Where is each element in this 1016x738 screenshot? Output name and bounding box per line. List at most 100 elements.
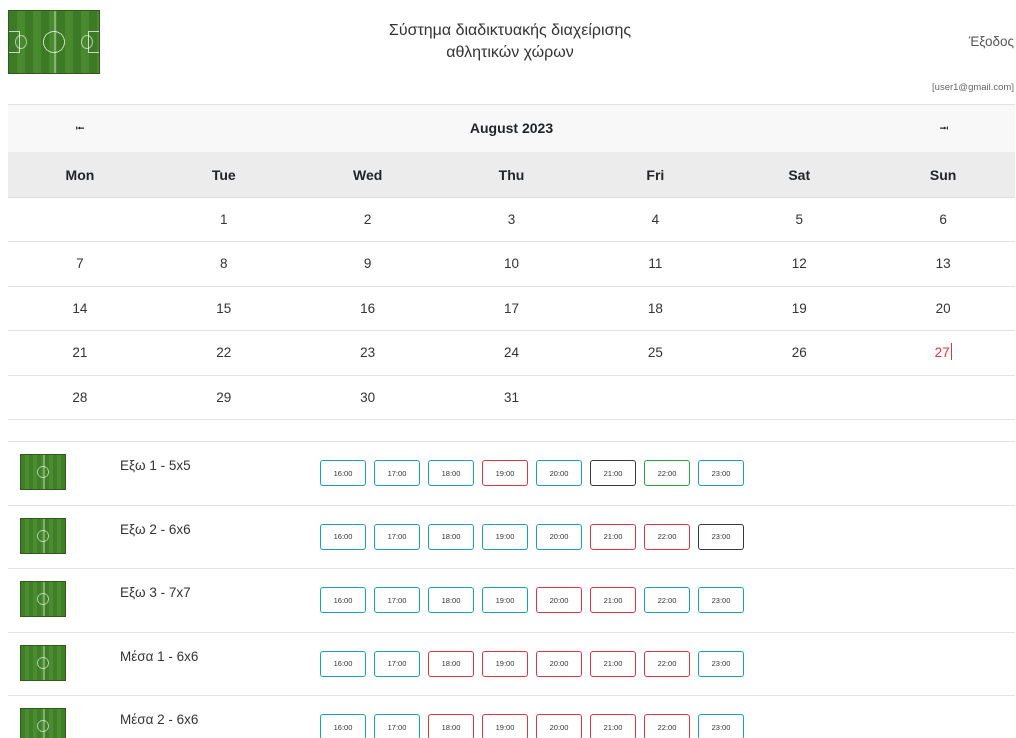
calendar-day-17[interactable]: 17 — [440, 287, 584, 330]
calendar-week-row: 21 22 23 24 25 26 27 — [8, 331, 1015, 376]
time-slot-button[interactable]: 22:00 — [644, 714, 690, 738]
field-name: Εξω 1 - 5x5 — [120, 458, 191, 473]
calendar-day-15[interactable]: 15 — [152, 287, 296, 330]
page-title: Σύστημα διαδικτυακής διαχείρισης αθλητικ… — [310, 20, 710, 64]
time-slot-button[interactable]: 23:00 — [698, 587, 744, 613]
calendar-day-20[interactable]: 20 — [871, 287, 1015, 330]
time-slot-button[interactable]: 16:00 — [320, 587, 366, 613]
time-slot-button[interactable]: 21:00 — [590, 714, 636, 738]
calendar-day-11[interactable]: 11 — [583, 242, 727, 285]
time-slot-button[interactable]: 20:00 — [536, 587, 582, 613]
time-slot-button[interactable]: 20:00 — [536, 650, 582, 677]
time-slot-button[interactable]: 17:00 — [374, 523, 420, 550]
time-slot-button[interactable]: 17:00 — [374, 587, 420, 613]
text-cursor — [950, 343, 952, 361]
time-slot-button[interactable]: 17:00 — [374, 460, 420, 486]
time-slot-button[interactable]: 23:00 — [698, 714, 744, 738]
calendar-day-28[interactable]: 28 — [8, 376, 152, 419]
field-row: Εξω 1 - 5x5 16:00 17:00 18:00 19:00 20:00 21:0… — [8, 441, 1015, 505]
calendar-day-3[interactable]: 3 — [440, 198, 584, 241]
calendar-day-8[interactable]: 8 — [152, 242, 296, 285]
calendar-day-16[interactable]: 16 — [296, 287, 440, 330]
time-slot-button[interactable]: 16:00 — [320, 523, 366, 550]
field-thumbnail — [20, 644, 66, 681]
time-slots: 16:00 17:00 18:00 19:00 20:00 21:00 22:00 23:00 — [320, 460, 744, 486]
time-slot-button[interactable]: 22:00 — [644, 587, 690, 613]
weekday-wed: Wed — [352, 167, 383, 183]
calendar-day-22[interactable]: 22 — [152, 331, 296, 374]
time-slot-button[interactable]: 22:00 — [644, 460, 690, 486]
calendar-day-24[interactable]: 24 — [440, 331, 584, 374]
time-slot-button[interactable]: 21:00 — [590, 460, 636, 486]
calendar-day-7[interactable]: 7 — [8, 242, 152, 285]
calendar-day-30[interactable]: 30 — [296, 376, 440, 419]
time-slot-button[interactable]: 19:00 — [482, 587, 528, 613]
calendar-day-2[interactable]: 2 — [296, 198, 440, 241]
time-slot-button[interactable]: 16:00 — [320, 460, 366, 486]
calendar-day-29[interactable]: 29 — [152, 376, 296, 419]
time-slot-button[interactable]: 20:00 — [536, 714, 582, 738]
field-thumbnail — [20, 708, 66, 738]
logout-link[interactable]: Έξοδος — [969, 34, 1014, 49]
time-slot-button[interactable]: 18:00 — [428, 460, 474, 486]
page-header: Σύστημα διαδικτυακής διαχείρισης αθλητικ… — [0, 0, 1016, 104]
calendar-day-10[interactable]: 10 — [440, 242, 584, 285]
calendar-day-13[interactable]: 13 — [871, 242, 1015, 285]
time-slot-button[interactable]: 18:00 — [428, 650, 474, 677]
time-slot-button[interactable]: 23:00 — [698, 650, 744, 677]
calendar-day-6[interactable]: 6 — [871, 198, 1015, 241]
calendar-day-27[interactable]: 27 — [871, 331, 1015, 374]
time-slot-button[interactable]: 19:00 — [482, 650, 528, 677]
calendar-day-23[interactable]: 23 — [296, 331, 440, 374]
time-slot-button[interactable]: 19:00 — [482, 460, 528, 486]
calendar-week-row: 28 29 30 31 — [8, 376, 1015, 420]
weekday-sun: Sun — [929, 167, 957, 183]
calendar-weekday-header: Mon Tue Wed Thu Fri Sat Sun — [8, 152, 1015, 198]
time-slot-button[interactable]: 19:00 — [482, 523, 528, 550]
calendar-empty-cell — [8, 198, 152, 241]
calendar-grid: 1 2 3 4 5 6 7 8 9 10 11 12 13 14 15 16 17 18 19 20 21 22 23 24 2… — [8, 198, 1015, 420]
calendar-day-21[interactable]: 21 — [8, 331, 152, 374]
title-line-2: αθλητικών χώρων — [446, 44, 574, 61]
calendar-day-19[interactable]: 19 — [727, 287, 871, 330]
calendar-day-1[interactable]: 1 — [152, 198, 296, 241]
time-slot-button[interactable]: 17:00 — [374, 714, 420, 738]
time-slot-button[interactable]: 22:00 — [644, 523, 690, 550]
time-slot-button[interactable]: 19:00 — [482, 714, 528, 738]
calendar-month: August 2023 — [469, 120, 554, 136]
time-slots: 16:00 17:00 18:00 19:00 20:00 21:00 22:00 23:00 — [320, 523, 744, 550]
calendar-day-25[interactable]: 25 — [583, 331, 727, 374]
time-slot-button[interactable]: 23:00 — [698, 460, 744, 486]
time-slot-button[interactable]: 20:00 — [536, 460, 582, 486]
field-thumbnail — [20, 454, 66, 490]
time-slot-button[interactable]: 20:00 — [536, 523, 582, 550]
field-row: Εξω 3 - 7x7 16:00 17:00 18:00 19:00 20:00 21:0… — [8, 568, 1015, 632]
calendar-day-5[interactable]: 5 — [727, 198, 871, 241]
weekday-tue: Tue — [211, 167, 236, 183]
field-row: Μέσα 1 - 6x6 16:00 17:00 18:00 19:00 20:00 21:… — [8, 631, 1015, 696]
time-slot-button[interactable]: 22:00 — [644, 650, 690, 677]
next-month-icon[interactable]: ⭲ — [934, 119, 954, 140]
calendar-day-9[interactable]: 9 — [296, 242, 440, 285]
calendar-day-4[interactable]: 4 — [583, 198, 727, 241]
time-slot-button[interactable]: 21:00 — [590, 587, 636, 613]
calendar-day-14[interactable]: 14 — [8, 287, 152, 330]
calendar-day-26[interactable]: 26 — [727, 331, 871, 374]
time-slot-button[interactable]: 16:00 — [320, 650, 366, 677]
calendar-week-row: 7 8 9 10 11 12 13 — [8, 242, 1015, 287]
time-slot-button[interactable]: 18:00 — [428, 587, 474, 613]
time-slot-button[interactable]: 16:00 — [320, 714, 366, 738]
time-slot-button[interactable]: 18:00 — [428, 523, 474, 550]
calendar-day-12[interactable]: 12 — [727, 242, 871, 285]
time-slot-button[interactable]: 17:00 — [374, 650, 420, 677]
calendar-day-31[interactable]: 31 — [440, 376, 584, 419]
calendar-empty-cell — [871, 376, 1015, 419]
time-slot-button[interactable]: 21:00 — [590, 523, 636, 550]
calendar-day-18[interactable]: 18 — [583, 287, 727, 330]
time-slot-button[interactable]: 23:00 — [698, 523, 744, 550]
field-name: Εξω 2 - 6x6 — [120, 521, 191, 537]
time-slot-button[interactable]: 21:00 — [590, 650, 636, 677]
calendar-empty-cell — [727, 376, 871, 419]
time-slot-button[interactable]: 18:00 — [428, 714, 474, 738]
field-list: Εξω 1 - 5x5 16:00 17:00 18:00 19:00 20:00 21:0… — [8, 441, 1015, 738]
